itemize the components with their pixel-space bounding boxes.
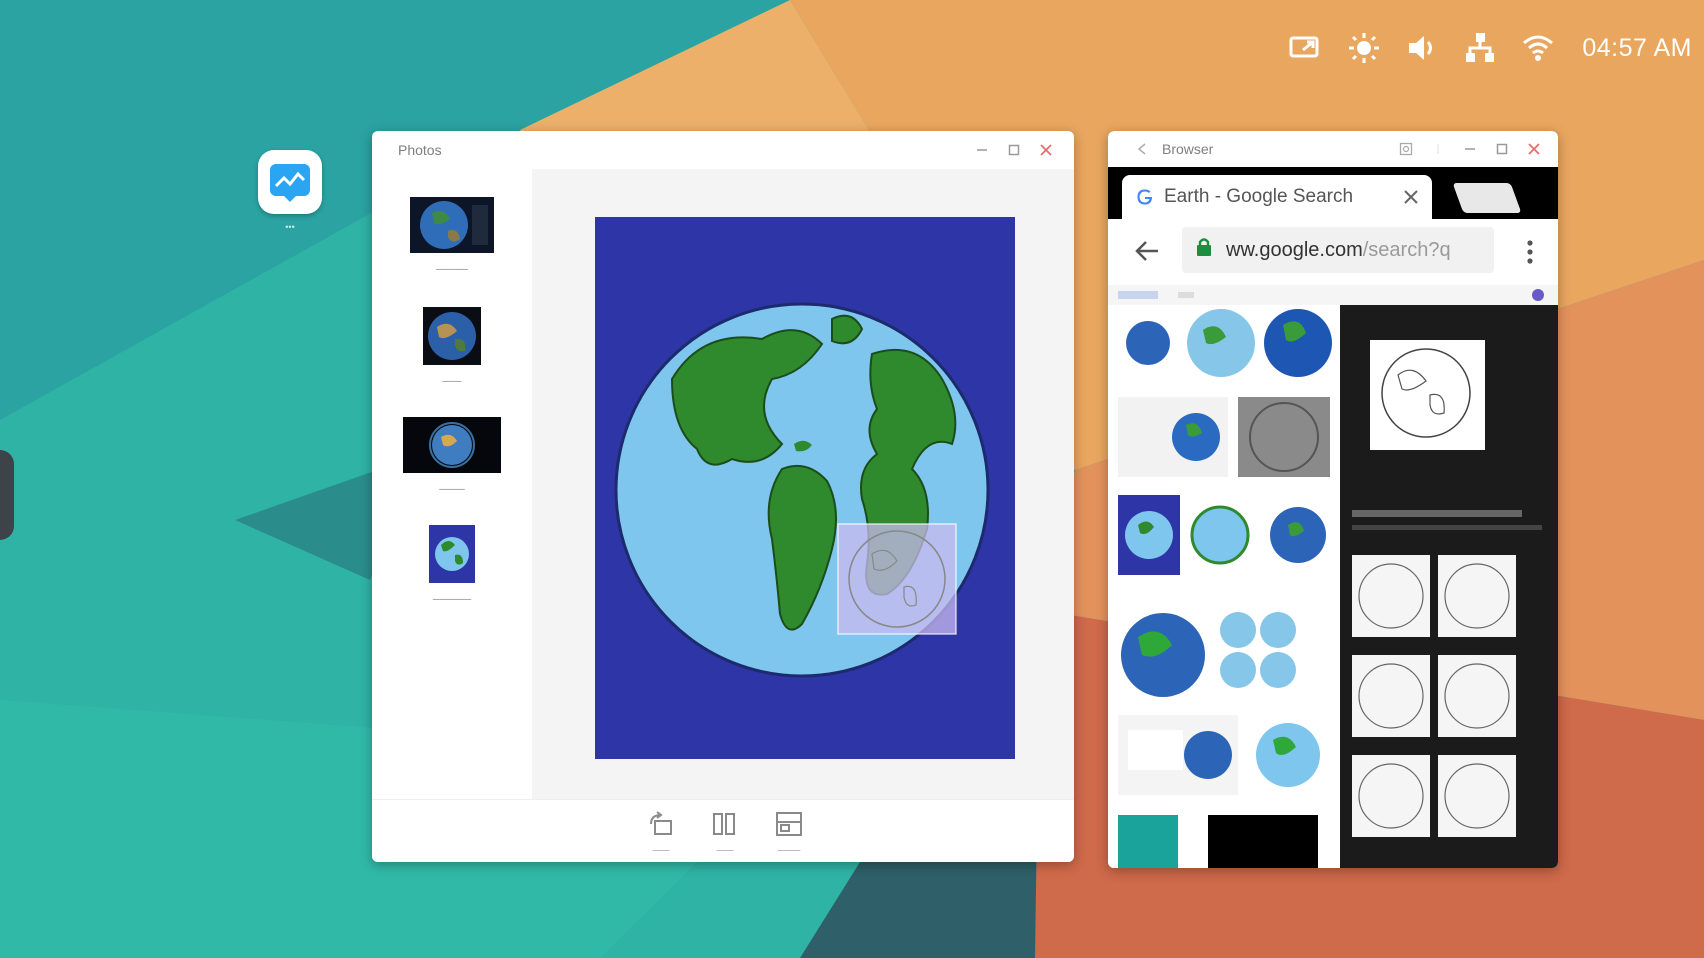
wifi-icon[interactable]	[1518, 28, 1558, 68]
wallpaper-button[interactable]: ────	[762, 810, 816, 855]
photo-viewer	[532, 169, 1074, 799]
clock: 04:57 AM	[1582, 33, 1692, 62]
rotate-button[interactable]: ───	[634, 810, 688, 855]
photos-titlebar[interactable]: Photos	[372, 131, 1074, 169]
photo-thumbnail-caption: ──────	[432, 594, 472, 604]
photo-thumbnail-selected[interactable]: ──────	[372, 525, 532, 604]
minimize-icon[interactable]	[968, 136, 996, 164]
earth-photo-thumbnail	[423, 307, 481, 365]
volume-icon[interactable]	[1402, 28, 1442, 68]
browser-window[interactable]: Browser Earth - Google Search ww.google.…	[1108, 131, 1558, 868]
photo-thumbnail[interactable]: ────	[372, 417, 532, 494]
photo-thumbnail-caption: ─────	[436, 264, 468, 274]
browser-titlebar[interactable]: Browser	[1108, 131, 1558, 167]
side-drawer-handle[interactable]	[0, 450, 14, 540]
tab-title: Earth - Google Search	[1164, 186, 1354, 207]
web-page-content[interactable]	[1108, 285, 1558, 868]
photo-actions-bar: ─── ─── ────	[372, 799, 1074, 862]
network-icon[interactable]	[1460, 28, 1500, 68]
brightness-icon[interactable]	[1344, 28, 1384, 68]
url-path: /search?q	[1362, 238, 1451, 261]
insert-button[interactable]: ───	[698, 810, 752, 855]
close-icon[interactable]	[1032, 136, 1060, 164]
google-image-results	[1108, 285, 1558, 868]
photos-window-title: Photos	[398, 142, 442, 158]
browser-tab[interactable]: Earth - Google Search	[1122, 175, 1432, 219]
photo-thumbnail[interactable]: ───	[372, 307, 532, 386]
tab-close-icon[interactable]	[1404, 190, 1418, 204]
divider-icon	[1424, 135, 1452, 163]
photo-thumbnail-caption: ───	[442, 376, 462, 386]
url-host: ww.google.com	[1226, 238, 1363, 261]
minimize-icon[interactable]	[1456, 135, 1484, 163]
browser-tab-strip: Earth - Google Search	[1108, 167, 1558, 219]
desktop: 04:57 AM ••• Photos ───── ─── ──── ─────…	[0, 0, 1704, 958]
back-arrow-icon[interactable]	[1134, 239, 1160, 268]
earth-drawing-thumbnail	[429, 525, 475, 583]
lock-icon	[1196, 237, 1212, 263]
earth-drawing-image	[595, 217, 1015, 759]
rotate-icon	[650, 811, 672, 835]
browser-window-title: Browser	[1162, 141, 1214, 157]
photo-thumbnail[interactable]: ─────	[372, 197, 532, 274]
earth-photo-thumbnail	[410, 197, 494, 253]
desktop-app-label: •••	[285, 222, 295, 232]
new-tab-button[interactable]	[1452, 183, 1522, 213]
close-icon[interactable]	[1520, 135, 1548, 163]
insert-label: ───	[716, 846, 734, 855]
earth-photo-thumbnail	[403, 417, 501, 473]
rotate-label: ───	[652, 846, 670, 855]
maximize-icon[interactable]	[1488, 135, 1516, 163]
screen-share-icon[interactable]	[1286, 28, 1326, 68]
url-field[interactable]: ww.google.com/search?q	[1182, 227, 1494, 273]
maximize-icon[interactable]	[1000, 136, 1028, 164]
wallpaper-label: ────	[777, 846, 801, 855]
screenshot-icon[interactable]	[1392, 135, 1420, 163]
back-arrow-icon[interactable]	[1128, 135, 1156, 163]
photo-thumbnail-caption: ────	[439, 484, 465, 494]
image-editor-icon[interactable]	[258, 150, 322, 214]
google-logo-icon	[1137, 189, 1152, 205]
address-bar-row: ww.google.com/search?q	[1108, 219, 1558, 285]
desktop-app-shortcut[interactable]: •••	[255, 150, 325, 232]
photo-list: ───── ─── ──── ──────	[372, 169, 532, 789]
more-menu-icon[interactable]	[1526, 239, 1534, 270]
photos-window[interactable]: Photos ───── ─── ──── ────── ─── ─── ───…	[372, 131, 1074, 862]
wallpaper-icon	[776, 812, 802, 836]
status-bar: 04:57 AM	[1286, 28, 1692, 68]
insert-icon	[713, 813, 735, 835]
